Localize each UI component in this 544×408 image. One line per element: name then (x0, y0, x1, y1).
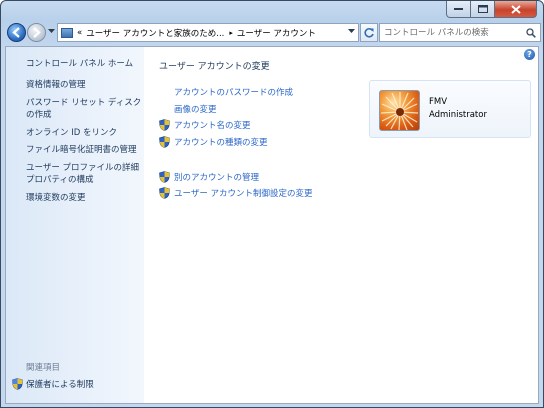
search-input[interactable] (384, 25, 524, 40)
uac-shield-icon (159, 171, 170, 183)
sidebar-item-manage-credentials[interactable]: 資格情報の管理 (26, 79, 144, 92)
help-icon[interactable]: ? (524, 49, 535, 60)
navigation-bar: « ユーザー アカウントと家族のため... ▸ ユーザー アカウント (5, 21, 541, 45)
breadcrumb-user-accounts-family[interactable]: ユーザー アカウントと家族のため... (86, 27, 224, 39)
uac-shield-icon (159, 119, 170, 131)
related-heading: 関連項目 (26, 363, 61, 373)
maximize-icon (477, 5, 488, 13)
sidebar-item-environment-variables[interactable]: 環境変数の変更 (26, 192, 144, 205)
uac-shield-icon (12, 378, 23, 390)
close-icon (510, 4, 521, 14)
refresh-button[interactable] (360, 23, 378, 42)
breadcrumb-separator-icon[interactable]: ▸ (229, 29, 233, 37)
user-name: FMV (429, 97, 448, 107)
task-change-uac-settings[interactable]: ユーザー アカウント制御設定の変更 (159, 187, 313, 199)
task-label: アカウントのパスワードの作成 (174, 88, 294, 98)
sidebar-item-password-reset-disk[interactable]: パスワード リセット ディスクの作成 (26, 97, 144, 122)
search-icon[interactable] (526, 28, 536, 38)
task-change-account-name[interactable]: アカウント名の変更 (159, 119, 251, 131)
sidebar-item-parental-controls[interactable]: 保護者による制限 (12, 378, 94, 390)
forward-button[interactable] (27, 23, 46, 42)
user-account-card: FMV Administrator (369, 80, 531, 138)
breadcrumb-user-accounts[interactable]: ユーザー アカウント (237, 27, 316, 39)
task-label: 画像の変更 (174, 105, 217, 115)
sidebar-item-link-online-id[interactable]: オンライン ID をリンク (26, 127, 144, 140)
task-change-account-type[interactable]: アカウントの種類の変更 (159, 136, 268, 148)
user-account-type: Administrator (429, 110, 487, 120)
uac-shield-icon (159, 136, 170, 148)
task-label: アカウント名の変更 (174, 121, 251, 131)
close-button[interactable] (495, 1, 537, 18)
maximize-button[interactable] (471, 1, 495, 18)
uac-shield-icon (159, 187, 170, 199)
sidebar-item-advanced-profile-properties[interactable]: ユーザー プロファイルの詳細プロパティの構成 (26, 162, 144, 187)
task-manage-another-account[interactable]: 別のアカウントの管理 (159, 171, 259, 183)
sidebar-task-list: 資格情報の管理 パスワード リセット ディスクの作成 オンライン ID をリンク… (26, 79, 144, 209)
back-button[interactable] (7, 23, 26, 42)
content-area: コントロール パネル ホーム 資格情報の管理 パスワード リセット ディスクの作… (5, 46, 539, 404)
chevron-down-icon[interactable] (348, 29, 355, 34)
minimize-button[interactable] (446, 1, 471, 18)
back-arrow-icon (12, 27, 20, 38)
window: « ユーザー アカウントと家族のため... ▸ ユーザー アカウント コントロー… (0, 0, 544, 408)
forward-arrow-icon (33, 27, 41, 38)
control-panel-icon (61, 27, 73, 38)
parental-controls-label: 保護者による制限 (26, 380, 94, 390)
refresh-icon (364, 27, 374, 38)
task-label: 別のアカウントの管理 (174, 173, 260, 183)
task-change-picture[interactable]: 画像の変更 (174, 103, 217, 115)
sidebar-home-link[interactable]: コントロール パネル ホーム (26, 57, 133, 69)
task-label: ユーザー アカウント制御設定の変更 (174, 189, 313, 199)
sidebar-item-encryption-certificates[interactable]: ファイル暗号化証明書の管理 (26, 144, 144, 157)
address-bar[interactable]: « ユーザー アカウントと家族のため... ▸ ユーザー アカウント (57, 23, 359, 42)
task-create-password[interactable]: アカウントのパスワードの作成 (174, 86, 293, 98)
caption-buttons (446, 1, 537, 19)
minimize-icon (454, 8, 463, 10)
page-title: ユーザー アカウントの変更 (159, 62, 270, 72)
avatar[interactable] (379, 90, 420, 131)
sidebar: コントロール パネル ホーム 資格情報の管理 パスワード リセット ディスクの作… (6, 47, 144, 403)
search-box[interactable] (379, 23, 541, 42)
task-label: アカウントの種類の変更 (174, 138, 268, 148)
flower-picture-icon (380, 92, 419, 130)
breadcrumb-overflow[interactable]: « (77, 28, 82, 38)
recent-pages-dropdown[interactable] (48, 29, 55, 34)
